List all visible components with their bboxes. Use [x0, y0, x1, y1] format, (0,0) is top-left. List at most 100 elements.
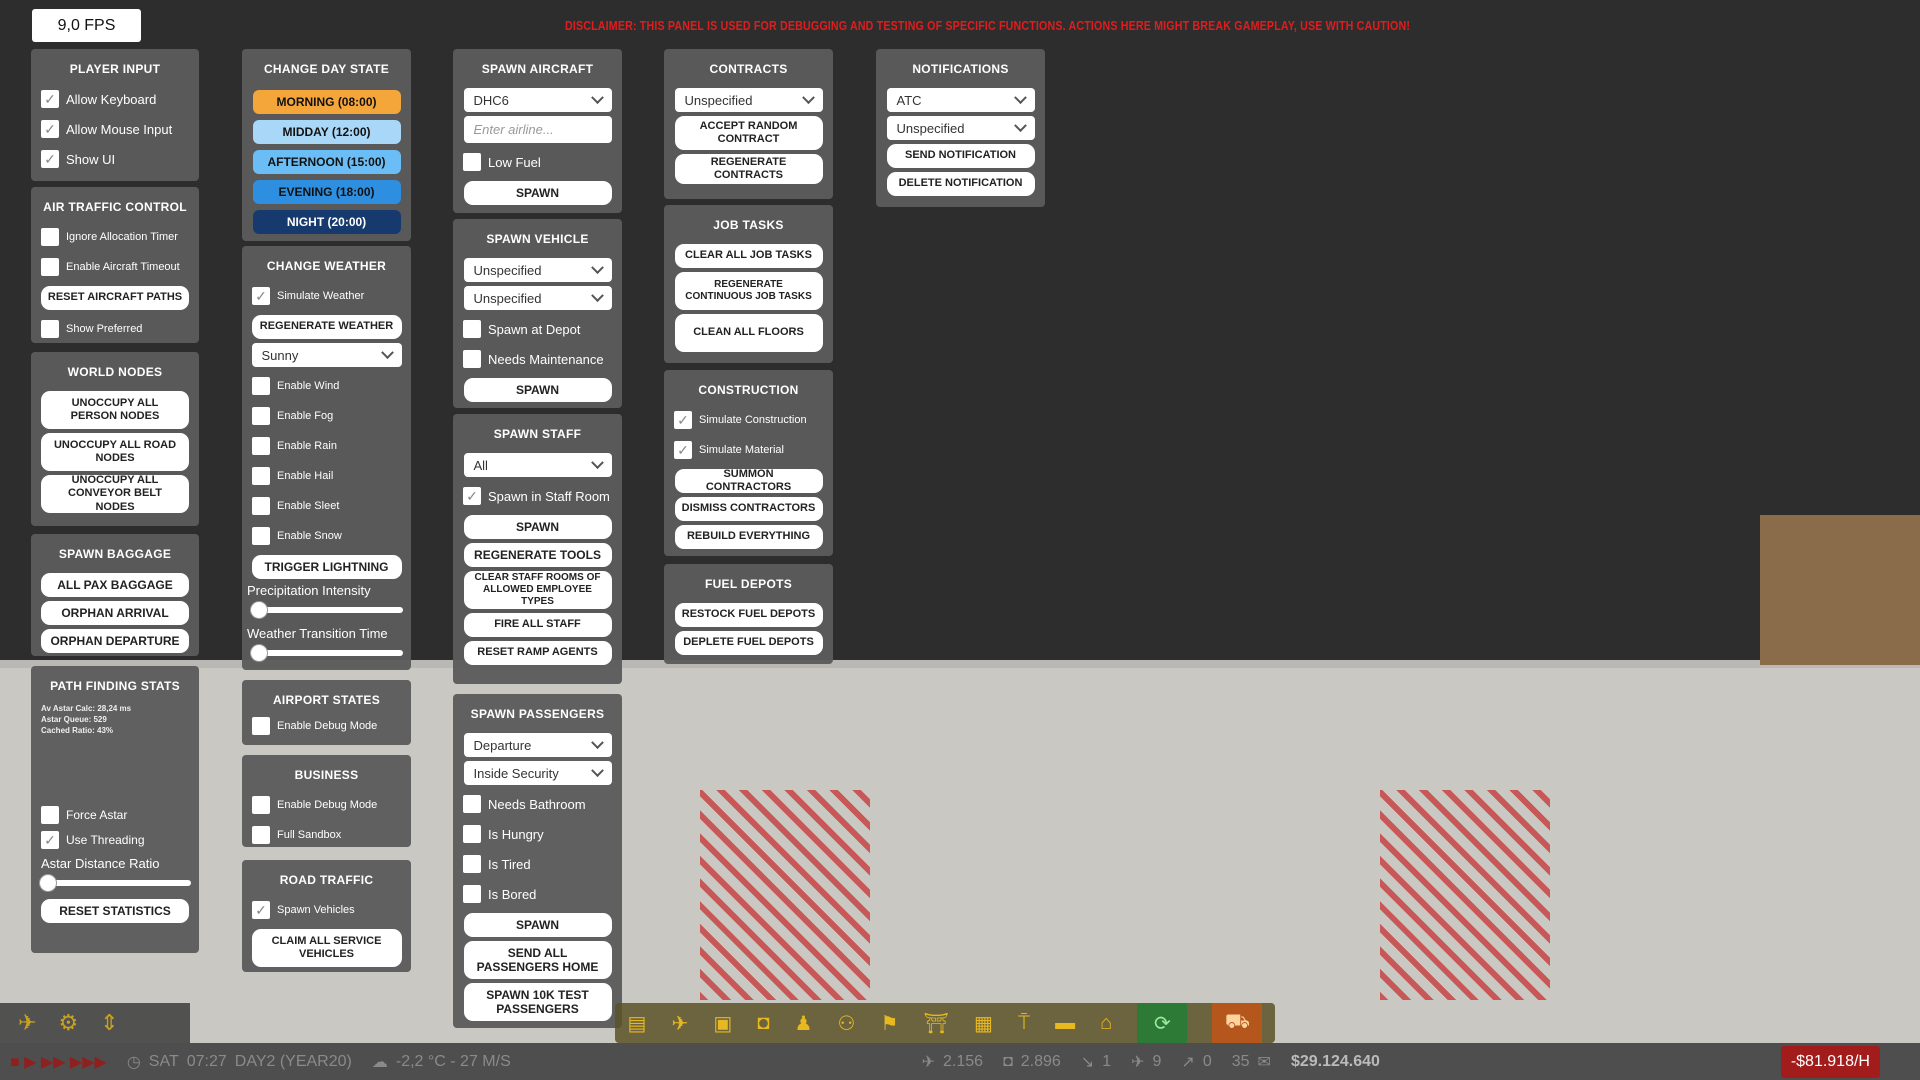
mail-counter[interactable]: 35 ✉ — [1222, 1052, 1281, 1072]
airplane-icon[interactable]: ✈ — [672, 1011, 689, 1036]
desk-icon[interactable]: ▦ — [974, 1011, 993, 1036]
send-passengers-home-button[interactable]: SEND ALL PASSENGERS HOME — [463, 941, 612, 979]
passenger-type-select[interactable]: Departure — [463, 733, 612, 757]
checkbox-checked-icon[interactable]: ✓ — [674, 441, 692, 459]
staff-type-select[interactable]: All — [463, 453, 612, 477]
spawn-10k-passengers-button[interactable]: SPAWN 10K TEST PASSENGERS — [463, 983, 612, 1021]
security-icon[interactable]: ⚑ — [881, 1011, 899, 1036]
passenger-location-select[interactable]: Inside Security — [463, 761, 612, 785]
spawn-staff-button[interactable]: SPAWN — [463, 515, 612, 539]
send-notification-button[interactable]: SEND NOTIFICATION — [886, 144, 1035, 168]
checkbox-checked-icon[interactable]: ✓ — [252, 901, 270, 919]
checkbox-checked-icon[interactable]: ✓ — [41, 120, 59, 138]
checkbox-checked-icon[interactable]: ✓ — [41, 150, 59, 168]
people-icon[interactable]: ⚇ — [838, 1011, 856, 1036]
spawn-in-staff-room-toggle[interactable]: ✓ Spawn in Staff Room — [453, 481, 622, 511]
show-preferred-toggle[interactable]: Show Preferred — [31, 314, 199, 344]
needs-maintenance-toggle[interactable]: Needs Maintenance — [453, 344, 622, 374]
checkbox-checked-icon[interactable]: ✓ — [252, 287, 270, 305]
airline-input[interactable]: Enter airline... — [463, 116, 612, 143]
checkbox-icon[interactable] — [463, 825, 481, 843]
delete-notification-button[interactable]: DELETE NOTIFICATION — [886, 172, 1035, 196]
checkbox-icon[interactable] — [463, 885, 481, 903]
spawn-aircraft-button[interactable]: SPAWN — [463, 181, 612, 205]
simulate-construction-toggle[interactable]: ✓ Simulate Construction — [664, 405, 833, 435]
vehicle-owner-select[interactable]: Unspecified — [463, 286, 612, 310]
enable-snow-toggle[interactable]: Enable Snow — [242, 521, 411, 551]
afternoon-button[interactable]: AFTERNOON (15:00) — [252, 150, 401, 174]
checkbox-checked-icon[interactable]: ✓ — [41, 90, 59, 108]
checkbox-icon[interactable] — [252, 796, 270, 814]
enable-fog-toggle[interactable]: Enable Fog — [242, 401, 411, 431]
regenerate-job-tasks-button[interactable]: REGENERATE CONTINUOUS JOB TASKS — [674, 272, 823, 310]
is-bored-toggle[interactable]: Is Bored — [453, 879, 622, 909]
low-fuel-toggle[interactable]: Low Fuel — [453, 147, 622, 177]
reset-statistics-button[interactable]: RESET STATISTICS — [41, 899, 189, 923]
reset-aircraft-paths-button[interactable]: RESET AIRCRAFT PATHS — [41, 286, 189, 310]
checkbox-icon[interactable] — [41, 320, 59, 338]
bulldozer-icon[interactable]: ⛟ — [1212, 1003, 1263, 1043]
orphan-arrival-button[interactable]: ORPHAN ARRIVAL — [41, 601, 189, 625]
airport-debug-toggle[interactable]: Enable Debug Mode — [242, 715, 411, 737]
is-hungry-toggle[interactable]: Is Hungry — [453, 819, 622, 849]
plane-icon[interactable]: ✈ — [18, 1010, 36, 1036]
restock-fuel-depots-button[interactable]: RESTOCK FUEL DEPOTS — [674, 603, 823, 627]
unoccupy-road-nodes-button[interactable]: UNOCCUPY ALL ROAD NODES — [41, 433, 189, 471]
slider-knob[interactable] — [250, 644, 268, 662]
ignore-timer-toggle[interactable]: Ignore Allocation Timer — [31, 222, 199, 252]
is-tired-toggle[interactable]: Is Tired — [453, 849, 622, 879]
needs-bathroom-toggle[interactable]: Needs Bathroom — [453, 789, 622, 819]
checkbox-checked-icon[interactable]: ✓ — [463, 487, 481, 505]
bus-icon[interactable]: ▣ — [713, 1011, 732, 1036]
astar-distance-slider[interactable] — [39, 873, 191, 893]
trigger-lightning-button[interactable]: TRIGGER LIGHTNING — [251, 555, 402, 579]
midday-button[interactable]: MIDDAY (12:00) — [252, 120, 401, 144]
checkbox-icon[interactable] — [463, 350, 481, 368]
reset-ramp-agents-button[interactable]: RESET RAMP AGENTS — [463, 641, 612, 665]
unoccupy-conveyor-nodes-button[interactable]: UNOCCUPY ALL CONVEYOR BELT NODES — [41, 474, 189, 513]
checkbox-icon[interactable] — [463, 153, 481, 171]
use-threading-toggle[interactable]: ✓ Use Threading — [31, 827, 199, 852]
checkbox-icon[interactable] — [252, 527, 270, 545]
notification-source-select[interactable]: ATC — [886, 88, 1035, 112]
allow-keyboard-toggle[interactable]: ✓ Allow Keyboard — [31, 84, 199, 114]
spawn-vehicles-toggle[interactable]: ✓ Spawn Vehicles — [242, 895, 411, 925]
checkbox-icon[interactable] — [252, 437, 270, 455]
checkbox-icon[interactable] — [252, 826, 270, 844]
aircraft-timeout-toggle[interactable]: Enable Aircraft Timeout — [31, 252, 199, 282]
clear-job-tasks-button[interactable]: CLEAR ALL JOB TASKS — [674, 244, 823, 268]
clean-all-floors-button[interactable]: CLEAN ALL FLOORS — [674, 314, 823, 352]
seats-icon[interactable]: ▬ — [1055, 1012, 1075, 1035]
business-debug-toggle[interactable]: Enable Debug Mode — [242, 790, 411, 820]
regenerate-weather-button[interactable]: REGENERATE WEATHER — [251, 315, 402, 339]
regenerate-tools-button[interactable]: REGENERATE TOOLS — [463, 543, 612, 567]
food-icon[interactable]: ⍑ — [1018, 1012, 1030, 1035]
checkbox-icon[interactable] — [463, 320, 481, 338]
refresh-icon[interactable]: ⟳ — [1137, 1003, 1188, 1043]
precipitation-slider[interactable] — [250, 600, 403, 620]
checkbox-icon[interactable] — [252, 377, 270, 395]
checkbox-checked-icon[interactable]: ✓ — [41, 830, 59, 849]
weather-transition-slider[interactable] — [250, 643, 403, 663]
checkbox-icon[interactable] — [252, 717, 270, 735]
vehicle-type-select[interactable]: Unspecified — [463, 258, 612, 282]
checkbox-icon[interactable] — [463, 795, 481, 813]
checkbox-icon[interactable] — [252, 407, 270, 425]
show-ui-toggle[interactable]: ✓ Show UI — [31, 144, 199, 174]
checkbox-icon[interactable] — [41, 228, 59, 246]
clear-staff-rooms-button[interactable]: CLEAR STAFF ROOMS OF ALLOWED EMPLOYEE TY… — [463, 571, 612, 609]
summon-contractors-button[interactable]: SUMMON CONTRACTORS — [674, 468, 823, 493]
speed-controls[interactable]: ■ ▶ ▶▶ ▶▶▶ — [0, 1052, 117, 1072]
accept-random-contract-button[interactable]: ACCEPT RANDOM CONTRACT — [674, 116, 823, 150]
baggage-icon[interactable]: ◘ — [757, 1012, 769, 1035]
evening-button[interactable]: EVENING (18:00) — [252, 180, 401, 204]
notification-type-select[interactable]: Unspecified — [886, 116, 1035, 140]
simulate-material-toggle[interactable]: ✓ Simulate Material — [664, 435, 833, 465]
weather-type-select[interactable]: Sunny — [251, 343, 402, 367]
checkbox-icon[interactable] — [252, 467, 270, 485]
spawn-passengers-button[interactable]: SPAWN — [463, 913, 612, 937]
claim-service-vehicles-button[interactable]: CLAIM ALL SERVICE VEHICLES — [251, 929, 402, 967]
force-astar-toggle[interactable]: Force Astar — [31, 802, 199, 827]
simulate-weather-toggle[interactable]: ✓ Simulate Weather — [242, 281, 411, 311]
checkbox-icon[interactable] — [463, 855, 481, 873]
